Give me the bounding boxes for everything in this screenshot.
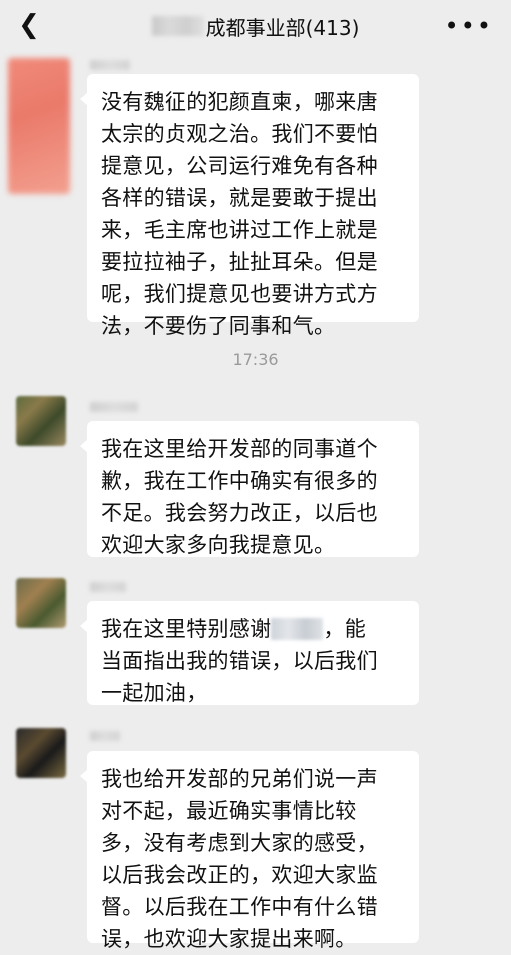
sender-name-redacted <box>90 402 138 412</box>
sender-name-redacted <box>90 60 130 70</box>
timestamp: 17:36 <box>232 350 279 369</box>
avatar[interactable] <box>16 728 66 778</box>
message-bubble[interactable]: 我在这里特别感谢 ，能 当面指出我的错误，以后我们 一起加油， <box>80 601 419 705</box>
avatar[interactable] <box>16 396 66 446</box>
redacted-name <box>271 618 324 640</box>
message-text: 我在这里特别感谢 <box>101 617 272 641</box>
message-bubble[interactable]: 我也给开发部的兄弟们说一声 对不起，最近确实事情比较 多，没有考虑到大家的感受，… <box>80 751 419 951</box>
ellipsis-icon[interactable]: ••• <box>445 14 493 38</box>
redacted-title-prefix <box>151 16 204 36</box>
avatar[interactable] <box>16 578 66 628</box>
sender-name-redacted <box>90 731 120 741</box>
message-bubble[interactable]: 我在这里给开发部的同事道个 歉，我在工作中确实有很多的 不足。我会努力改正，以后… <box>80 421 419 557</box>
chat-title-area: 成都事业部(413) <box>0 0 511 52</box>
sender-name-redacted <box>90 582 126 592</box>
message-bubble[interactable]: 没有魏征的犯颜直柬，哪来唐 太宗的贞观之治。我们不要怕 提意见，公司运行难免有各… <box>80 74 419 338</box>
avatar[interactable] <box>8 58 70 194</box>
chat-title: 成都事业部(413) <box>205 15 360 40</box>
chat-header: ❮ 成都事业部(413) ••• <box>0 0 511 52</box>
